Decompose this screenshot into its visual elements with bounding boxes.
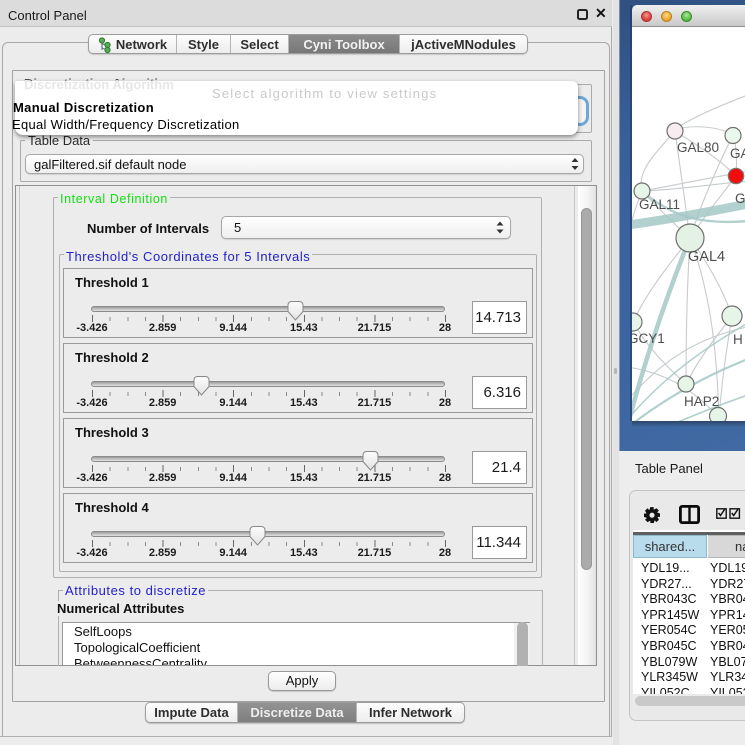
svg-text:HAP2: HAP2	[684, 394, 719, 409]
svg-text:H: H	[733, 332, 743, 347]
svg-text:GCY1: GCY1	[632, 331, 665, 346]
svg-text:GA: GA	[730, 146, 745, 161]
svg-text:GAL80: GAL80	[677, 140, 719, 155]
svg-text:G: G	[735, 191, 745, 206]
svg-text:GAL11: GAL11	[639, 197, 680, 212]
svg-text:GAL4: GAL4	[688, 249, 725, 265]
